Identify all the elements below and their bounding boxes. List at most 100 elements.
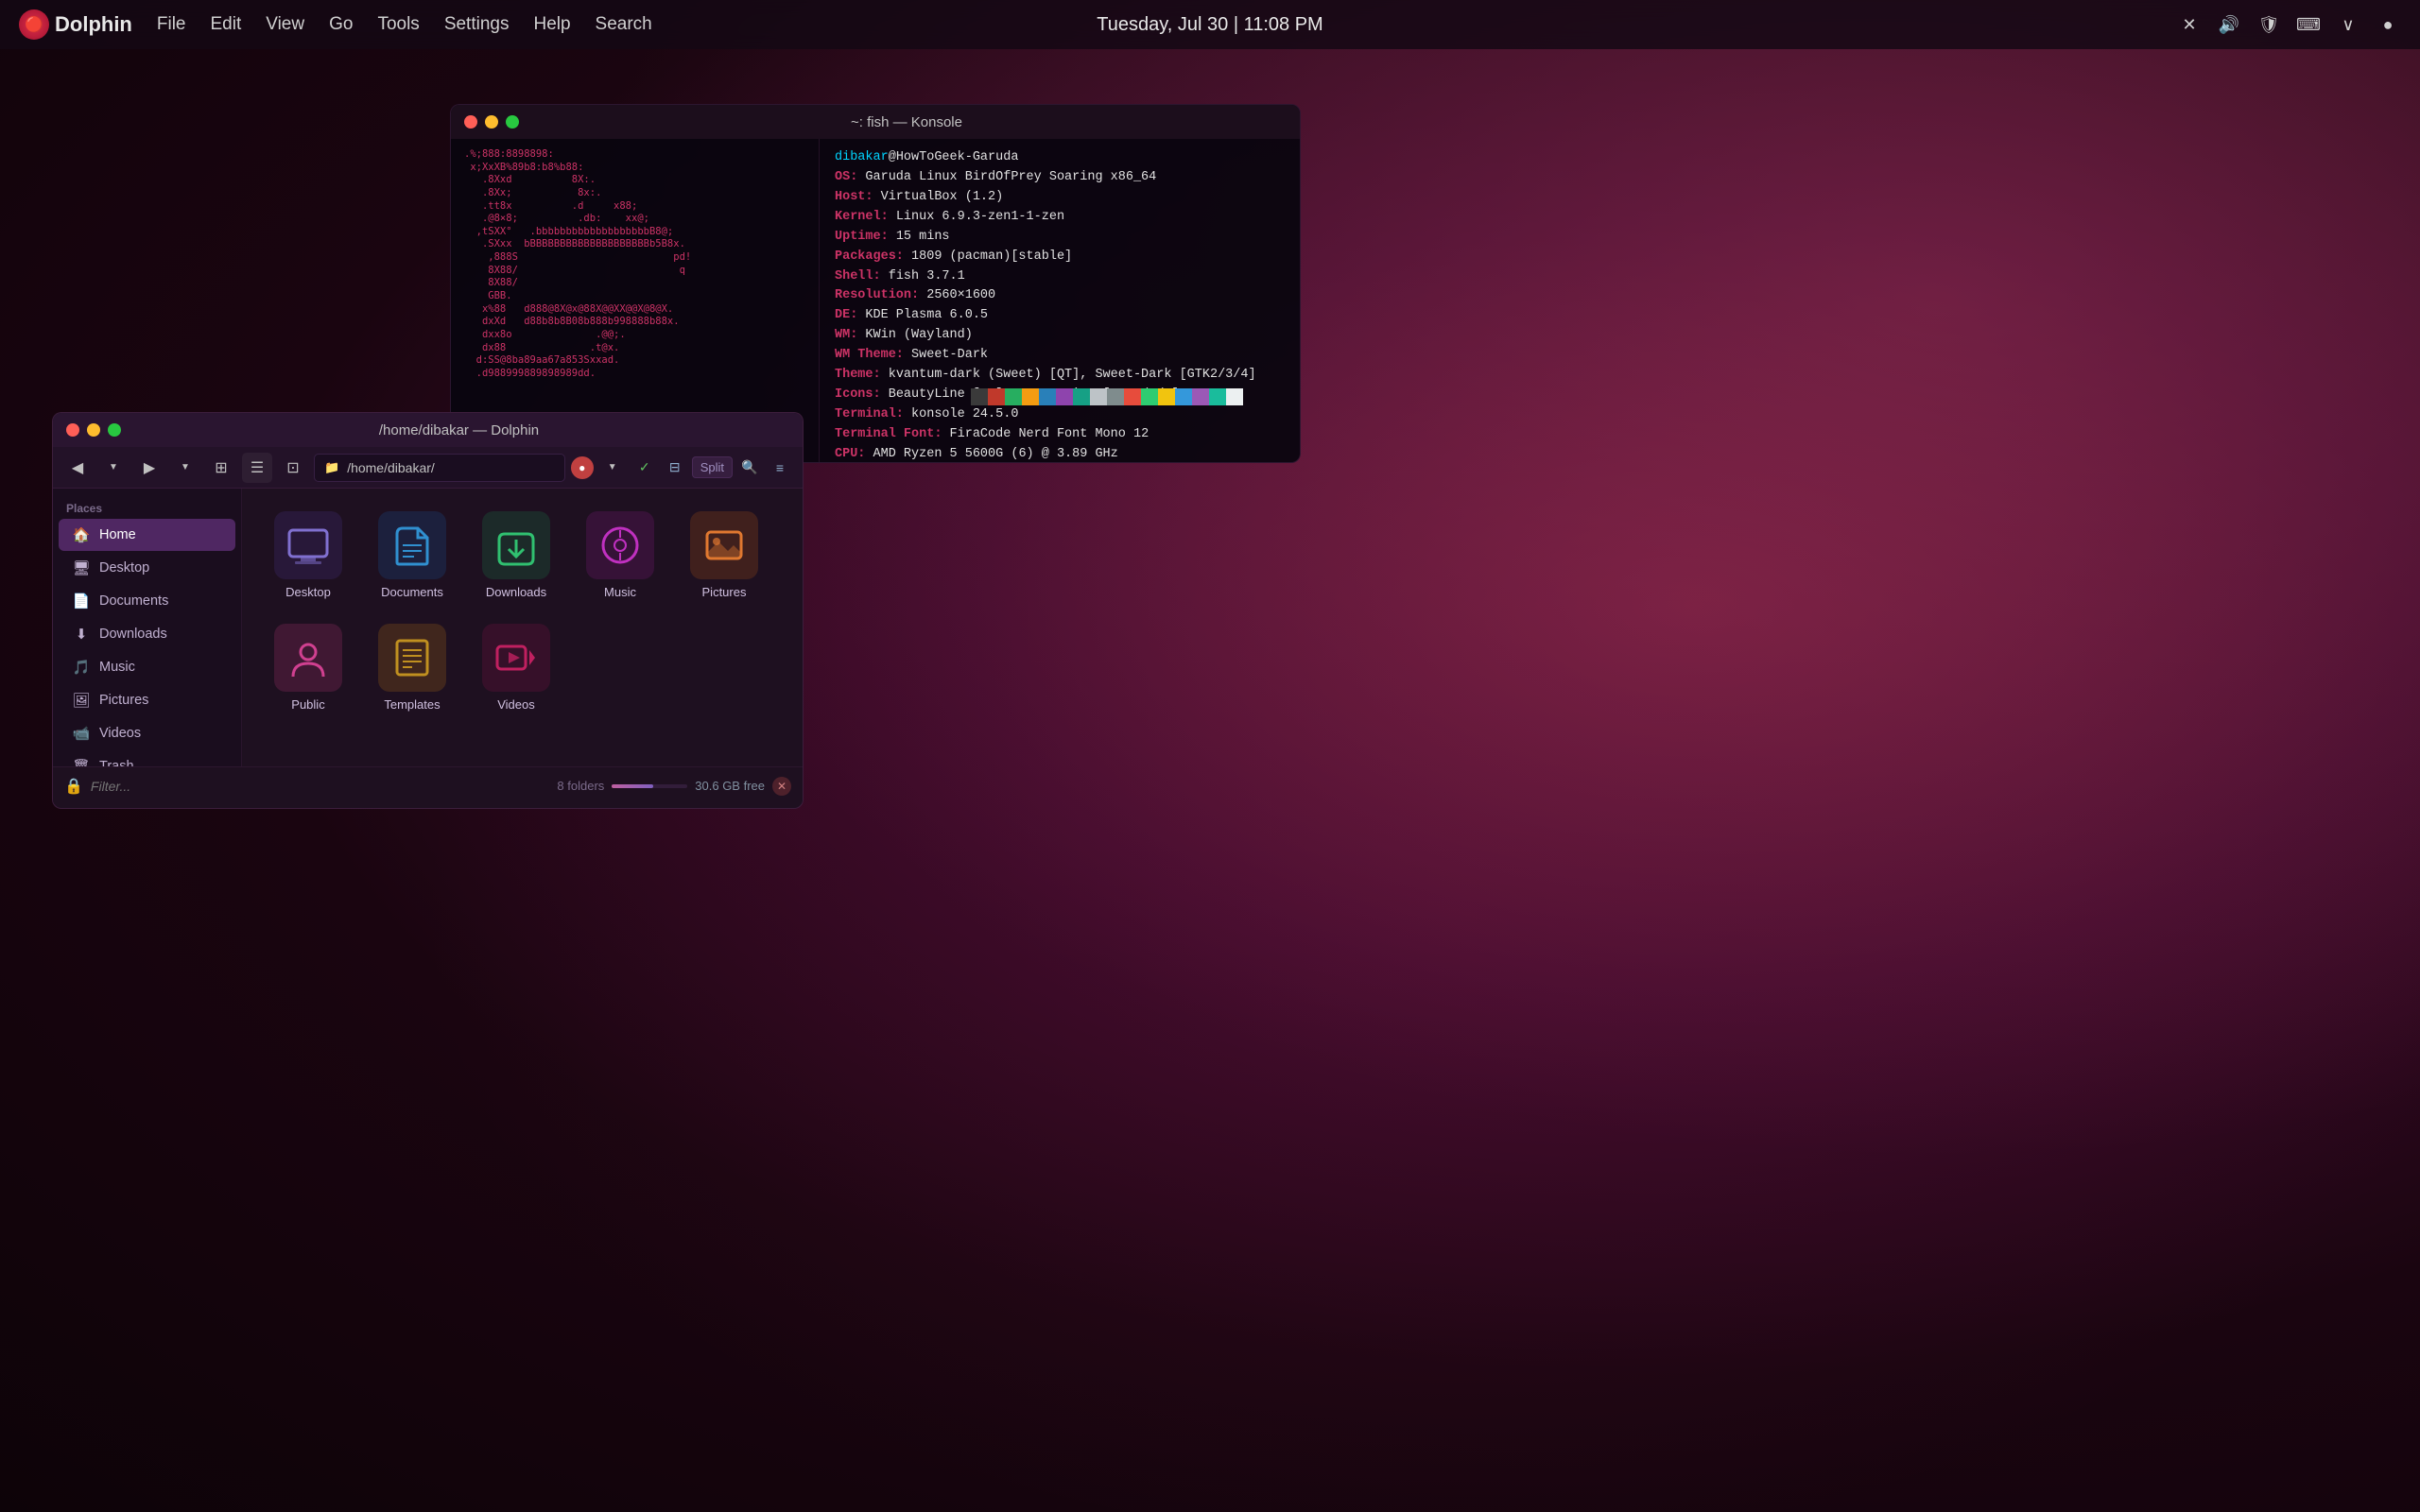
info-packages: Packages: 1809 (pacman)[stable] [835,248,1285,267]
search-button[interactable]: 🔍 [736,455,763,481]
documents-icon: 📄 [72,592,91,610]
menu-button[interactable]: ≡ [767,455,793,481]
folder-desktop[interactable]: Desktop [261,504,355,607]
sidebar-item-pictures[interactable]: 🖼 Pictures [59,684,235,716]
dolphin-toolbar: ◀ ▼ ▶ ▼ ⊞ ☰ ⊡ 📁 /home/dibakar/ ● ▼ ✓ ⊟ S… [53,447,803,489]
ascii-art: .%;888:8898898: x;XxXB%89b8:b8%b88: .8Xx… [464,148,805,381]
palette-swatch-7 [1073,388,1090,405]
sidebar-item-trash[interactable]: 🗑 Trash [59,750,235,766]
tray-close-icon[interactable]: ✕ [2176,11,2203,38]
downloads-icon: ⬇ [72,625,91,644]
forward-dropdown-button[interactable]: ▼ [170,453,200,483]
palette-swatch-5 [1039,388,1056,405]
sidebar-label-music: Music [99,660,135,675]
view-list-button[interactable]: ☰ [242,453,272,483]
home-icon: 🏠 [72,525,91,544]
menu-go[interactable]: Go [320,10,362,39]
palette-swatch-10 [1124,388,1141,405]
folder-label-music: Music [604,585,636,599]
sidebar-label-desktop: Desktop [99,560,149,576]
path-bar[interactable]: 📁 /home/dibakar/ [314,454,565,482]
folder-icon-desktop [274,511,342,579]
info-resolution: Resolution: 2560×1600 [835,286,1285,306]
info-wm: WM: KWin (Wayland) [835,326,1285,346]
sidebar-item-music[interactable]: 🎵 Music [59,651,235,683]
folder-documents[interactable]: Documents [365,504,459,607]
back-dropdown-button[interactable]: ▼ [98,453,129,483]
menu-settings[interactable]: Settings [435,10,519,39]
taskbar: 🔴 Dolphin File Edit View Go Tools Settin… [0,0,2420,49]
info-wmtheme: WM Theme: Sweet-Dark [835,346,1285,366]
folder-icon-public [274,624,342,692]
sidebar-item-desktop[interactable]: 🖥 Desktop [59,552,235,584]
forward-button[interactable]: ▶ [134,453,164,483]
info-username: dibakar [835,150,889,164]
terminal-maximize-button[interactable] [506,115,519,129]
dolphin-close-button[interactable] [66,423,79,437]
terminal-minimize-button[interactable] [485,115,498,129]
folder-videos[interactable]: Videos [469,616,563,719]
panel-button[interactable]: ⊟ [662,455,688,481]
bookmark-button[interactable]: ● [571,456,594,479]
app-icon[interactable]: 🔴 [19,9,49,40]
tray-volume-icon[interactable]: 🔊 [2216,11,2242,38]
dolphin-maximize-button[interactable] [108,423,121,437]
filter-input[interactable] [91,779,549,794]
sidebar-label-trash: Trash [99,759,134,766]
sidebar-label-videos: Videos [99,726,141,741]
folder-pictures[interactable]: Pictures [677,504,771,607]
menu-edit[interactable]: Edit [201,10,251,39]
palette-swatch-8 [1090,388,1107,405]
dolphin-content: Places 🏠 Home 🖥 Desktop 📄 Documents ⬇ Do… [53,489,803,766]
info-font: Terminal Font: FiraCode Nerd Font Mono 1… [835,425,1285,445]
tray-chevron-icon[interactable]: ∨ [2335,11,2361,38]
folder-templates[interactable]: Templates [365,616,459,719]
palette-swatch-11 [1141,388,1158,405]
terminal-close-button[interactable] [464,115,477,129]
folder-label-documents: Documents [381,585,443,599]
folder-public[interactable]: Public [261,616,355,719]
menu-file[interactable]: File [147,10,196,39]
dolphin-titlebar: /home/dibakar — Dolphin [53,413,803,447]
file-grid: Desktop Documents Downloads Music [242,489,803,766]
dolphin-minimize-button[interactable] [87,423,100,437]
palette-swatch-9 [1107,388,1124,405]
tray-keyboard-icon[interactable]: ⌨ [2295,11,2322,38]
folder-label-templates: Templates [384,697,440,712]
tray-dot-icon[interactable]: ● [2375,11,2401,38]
sidebar-item-videos[interactable]: 📹 Videos [59,717,235,749]
check-button[interactable]: ✓ [631,455,658,481]
split-button[interactable]: Split [692,456,733,478]
folder-label-pictures: Pictures [702,585,747,599]
view-icons-button[interactable]: ⊞ [206,453,236,483]
free-space: 30.6 GB free [695,779,765,793]
info-kernel: Kernel: Linux 6.9.3-zen1-1-zen [835,208,1285,228]
palette-swatch-15 [1209,388,1226,405]
menu-tools[interactable]: Tools [368,10,428,39]
sidebar-label-documents: Documents [99,593,168,609]
folder-icon-documents [378,511,446,579]
music-icon: 🎵 [72,658,91,677]
folder-icon-videos [482,624,550,692]
back-button[interactable]: ◀ [62,453,93,483]
tray-shield-icon[interactable]: 🛡 [2256,11,2282,38]
storage-progress-fill [612,784,653,788]
taskbar-datetime: Tuesday, Jul 30 | 11:08 PM [1097,14,1322,36]
folder-downloads[interactable]: Downloads [469,504,563,607]
menu-view[interactable]: View [256,10,314,39]
sidebar-item-documents[interactable]: 📄 Documents [59,585,235,617]
close-filter-button[interactable]: ✕ [772,777,791,796]
dropdown-button[interactable]: ▼ [597,453,628,483]
menu-search[interactable]: Search [586,10,662,39]
folder-music[interactable]: Music [573,504,667,607]
sidebar-item-downloads[interactable]: ⬇ Downloads [59,618,235,650]
taskbar-left: 🔴 Dolphin File Edit View Go Tools Settin… [19,9,662,40]
sidebar-label-home: Home [99,527,136,542]
terminal-titlebar: ~: fish — Konsole [451,105,1300,139]
view-compact-button[interactable]: ⊡ [278,453,308,483]
sidebar-item-home[interactable]: 🏠 Home [59,519,235,551]
terminal-window: ~: fish — Konsole .%;888:8898898: x;XxXB… [450,104,1301,463]
menu-help[interactable]: Help [524,10,579,39]
dolphin-title: /home/dibakar — Dolphin [129,422,789,438]
folder-icon-templates [378,624,446,692]
